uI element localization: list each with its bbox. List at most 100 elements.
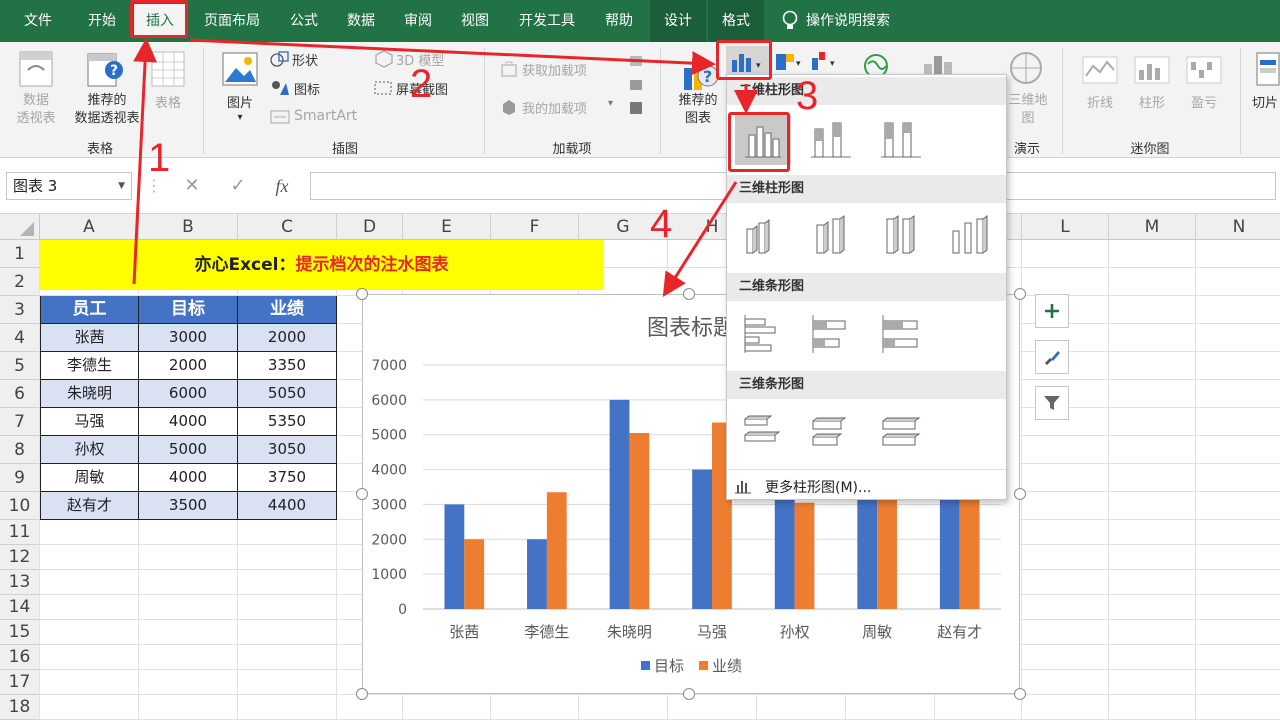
row-header-14[interactable]: 14 <box>0 595 40 620</box>
recommended-pivot-icon[interactable]: ? <box>86 50 126 94</box>
name-box-dropdown-icon[interactable]: ▼ <box>118 173 125 199</box>
resize-handle[interactable] <box>683 688 695 700</box>
table-cell[interactable]: 6000 <box>139 380 238 408</box>
sparkline-winloss-icon[interactable] <box>1186 56 1222 88</box>
sparkline-column-icon[interactable] <box>1134 56 1170 88</box>
table-cell[interactable]: 李德生 <box>40 352 139 380</box>
more-column-charts-item[interactable]: 更多柱形图(M)... <box>765 477 871 497</box>
select-all-corner[interactable] <box>0 214 40 240</box>
my-addins-dropdown-icon[interactable]: ▾ <box>608 98 613 109</box>
my-addins-label[interactable]: 我的加载项 <box>522 98 587 117</box>
resize-handle[interactable] <box>1014 688 1026 700</box>
column-header-m[interactable]: M <box>1109 214 1196 240</box>
tab-developer[interactable]: 开发工具 <box>506 0 588 42</box>
column-header-l[interactable]: L <box>1022 214 1109 240</box>
stacked-bar-option[interactable] <box>803 309 859 359</box>
table-cell[interactable]: 5350 <box>238 408 337 436</box>
row-header-3[interactable]: 3 <box>0 296 40 324</box>
3d-100-stacked-column-option[interactable] <box>873 211 929 261</box>
column-header-f[interactable]: F <box>491 214 579 240</box>
chart-filters-button[interactable] <box>1035 386 1069 420</box>
cancel-button[interactable]: ✕ <box>176 172 208 200</box>
pivottable-icon[interactable] <box>18 50 54 92</box>
resize-handle[interactable] <box>356 288 368 300</box>
tab-page-layout[interactable]: 页面布局 <box>194 0 270 42</box>
tab-file[interactable]: 文件 <box>12 0 64 42</box>
table-cell[interactable]: 5050 <box>238 380 337 408</box>
row-header-5[interactable]: 5 <box>0 352 40 380</box>
row-header-7[interactable]: 7 <box>0 408 40 436</box>
smartart-icon[interactable] <box>270 108 290 130</box>
stacked-column-option[interactable] <box>803 115 859 165</box>
clustered-bar-option[interactable] <box>735 309 791 359</box>
resize-handle[interactable] <box>1014 488 1026 500</box>
column-header-n[interactable]: N <box>1196 214 1280 240</box>
row-header-6[interactable]: 6 <box>0 380 40 408</box>
get-addins-label[interactable]: 获取加载项 <box>522 60 587 79</box>
tell-me-search[interactable]: 操作说明搜索 <box>806 0 916 42</box>
row-header-8[interactable]: 8 <box>0 436 40 464</box>
tab-help[interactable]: 帮助 <box>592 0 646 42</box>
table-cell[interactable]: 4000 <box>139 408 238 436</box>
sparkline-line-icon[interactable] <box>1082 56 1118 88</box>
tab-data[interactable]: 数据 <box>334 0 388 42</box>
chart-styles-button[interactable] <box>1035 340 1069 374</box>
row-header-9[interactable]: 9 <box>0 464 40 492</box>
table-cell[interactable]: 周敏 <box>40 464 139 492</box>
column-header-a[interactable]: A <box>40 214 139 240</box>
table-cell[interactable]: 3000 <box>139 324 238 352</box>
recommended-charts-icon[interactable]: ? <box>680 50 720 98</box>
3d-model-icon[interactable] <box>374 50 394 72</box>
3d-map-icon[interactable] <box>1008 50 1044 90</box>
icons-icon[interactable] <box>270 79 290 101</box>
tab-chart-design[interactable]: 设计 <box>650 0 706 42</box>
screenshot-icon[interactable] <box>374 79 394 101</box>
row-header-16[interactable]: 16 <box>0 645 40 670</box>
table-cell[interactable]: 4400 <box>238 492 337 520</box>
row-header-11[interactable]: 11 <box>0 520 40 545</box>
tab-view[interactable]: 视图 <box>448 0 502 42</box>
table-cell[interactable]: 2000 <box>238 324 337 352</box>
row-header-2[interactable]: 2 <box>0 268 40 296</box>
3d-100-stacked-bar-option[interactable] <box>873 407 929 457</box>
table-cell[interactable]: 赵有才 <box>40 492 139 520</box>
table-header-cell[interactable]: 员工 <box>40 296 139 324</box>
insert-function-button[interactable]: fx <box>266 172 298 200</box>
table-cell[interactable]: 3750 <box>238 464 337 492</box>
name-box[interactable]: 图表 3 ▼ <box>6 172 132 200</box>
100-stacked-column-option[interactable] <box>873 115 929 165</box>
100-stacked-bar-option[interactable] <box>873 309 929 359</box>
3d-stacked-column-option[interactable] <box>803 211 859 261</box>
resize-handle[interactable] <box>356 688 368 700</box>
enter-button[interactable]: ✓ <box>222 172 254 200</box>
table-cell[interactable]: 3050 <box>238 436 337 464</box>
column-header-d[interactable]: D <box>337 214 403 240</box>
tab-review[interactable]: 审阅 <box>392 0 444 42</box>
resize-handle[interactable] <box>683 288 695 300</box>
sheet-title-cell[interactable]: 亦心Excel：提示档次的注水图表 <box>40 240 603 290</box>
picture-icon[interactable] <box>222 52 258 90</box>
table-cell[interactable]: 孙权 <box>40 436 139 464</box>
store-icon[interactable] <box>500 60 518 82</box>
tab-home[interactable]: 开始 <box>72 0 132 42</box>
column-header-e[interactable]: E <box>403 214 491 240</box>
table-cell[interactable]: 2000 <box>139 352 238 380</box>
row-header-18[interactable]: 18 <box>0 695 40 720</box>
slicer-icon[interactable] <box>1256 52 1280 90</box>
row-header-10[interactable]: 10 <box>0 492 40 520</box>
column-header-c[interactable]: C <box>238 214 337 240</box>
tab-formulas[interactable]: 公式 <box>278 0 330 42</box>
shapes-icon[interactable] <box>270 50 290 72</box>
table-cell[interactable]: 4000 <box>139 464 238 492</box>
row-header-1[interactable]: 1 <box>0 240 40 268</box>
resize-handle[interactable] <box>356 488 368 500</box>
resize-handle[interactable] <box>1014 288 1026 300</box>
table-icon[interactable] <box>150 50 186 92</box>
chart-elements-button[interactable] <box>1035 294 1069 328</box>
3d-stacked-bar-option[interactable] <box>803 407 859 457</box>
tab-chart-format[interactable]: 格式 <box>708 0 764 42</box>
row-header-15[interactable]: 15 <box>0 620 40 645</box>
table-cell[interactable]: 马强 <box>40 408 139 436</box>
table-cell[interactable]: 3500 <box>139 492 238 520</box>
table-cell[interactable]: 张茜 <box>40 324 139 352</box>
